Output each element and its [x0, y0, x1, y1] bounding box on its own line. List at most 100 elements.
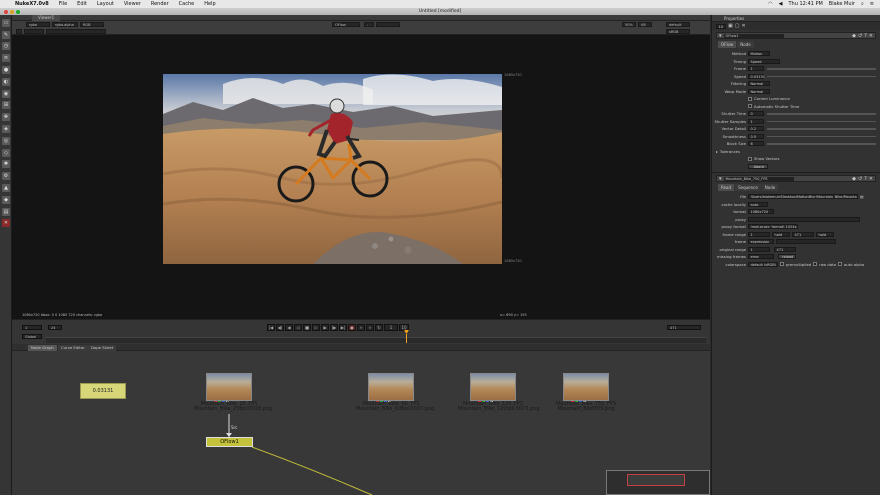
- toolsets-tool-icon[interactable]: ✱: [2, 160, 10, 169]
- viewer-viewport[interactable]: 1080x720 1080x720: [12, 35, 710, 311]
- menu-viewer[interactable]: Viewer: [119, 1, 146, 7]
- channels-dropdown[interactable]: rgba: [26, 22, 50, 27]
- auto-alpha-checkbox[interactable]: [837, 262, 842, 267]
- draw-tool-icon[interactable]: ✎: [2, 30, 10, 39]
- menu-cache[interactable]: Cache: [174, 1, 200, 7]
- read-node-25fps[interactable]: Mountain_Bike_25_FPS Mountain_Bike_25fps…: [194, 373, 272, 415]
- other-tool-icon[interactable]: ⚙: [2, 172, 10, 181]
- input-b-dropdown[interactable]: -: [364, 22, 374, 27]
- raw-data-checkbox[interactable]: [813, 262, 818, 267]
- ocula-tool-icon[interactable]: ◆: [2, 195, 10, 204]
- clear-panels-icon[interactable]: ✕: [741, 23, 745, 29]
- menubar-clock[interactable]: Thu 12:41 PM: [788, 1, 822, 7]
- skip-forward-icon[interactable]: »: [366, 324, 374, 331]
- tab-read[interactable]: Read: [718, 184, 735, 191]
- transform-tool-icon[interactable]: ✥: [2, 113, 10, 122]
- frame-range-start-mode[interactable]: hold: [772, 231, 790, 237]
- float-panel-icon[interactable]: ▢: [735, 23, 740, 29]
- close-window-icon[interactable]: [4, 9, 8, 14]
- close-panel-icon[interactable]: ✕: [869, 33, 875, 39]
- frame-offset-field[interactable]: [24, 29, 44, 34]
- play-forward-icon[interactable]: ▷: [312, 324, 320, 331]
- timeline-ruler[interactable]: [46, 337, 706, 343]
- close-panel-icon[interactable]: ✕: [869, 176, 875, 182]
- menu-file[interactable]: File: [54, 1, 72, 7]
- smoothness-slider[interactable]: [767, 135, 876, 137]
- tolerances-toggle-icon[interactable]: ▸: [716, 149, 718, 154]
- tolerances-label[interactable]: Tolerances: [720, 149, 740, 154]
- minimap-viewport[interactable]: [627, 474, 685, 486]
- first-frame-icon[interactable]: |◀: [267, 324, 275, 331]
- channel-tool-icon[interactable]: ≡: [2, 54, 10, 63]
- menu-app[interactable]: NukeX7.0v8: [10, 1, 54, 7]
- frame-field[interactable]: 1: [748, 66, 764, 72]
- image-tool-icon[interactable]: ▭: [2, 18, 10, 27]
- lut-dropdown[interactable]: default: [666, 22, 690, 27]
- views-tool-icon[interactable]: ◎: [2, 136, 10, 145]
- current-frame-field[interactable]: 1: [384, 324, 398, 331]
- frame-expression-field[interactable]: [776, 239, 836, 245]
- shutter-samples-field[interactable]: 1: [748, 118, 764, 124]
- node-graph-canvas[interactable]: 0.03131 Mountain_Bike_25_FPS Mountain_Bi…: [12, 351, 710, 495]
- next-keyframe-icon[interactable]: |▶: [330, 324, 338, 331]
- cache-locally-dropdown[interactable]: auto: [748, 201, 768, 207]
- shutter-time-field[interactable]: 0: [748, 111, 764, 117]
- gain-dropdown[interactable]: f/8: [638, 22, 652, 27]
- vector-detail-field[interactable]: 0.2: [748, 126, 764, 132]
- lock-icon[interactable]: ▣: [728, 23, 733, 29]
- menu-help[interactable]: Help: [199, 1, 220, 7]
- frame-range-end-field[interactable]: 471: [792, 231, 814, 237]
- menu-edit[interactable]: Edit: [72, 1, 92, 7]
- frame-range-end-mode[interactable]: hold: [816, 231, 834, 237]
- revert-icon[interactable]: ↺: [858, 176, 862, 182]
- loop-icon[interactable]: ↻: [375, 324, 383, 331]
- stop-icon[interactable]: ■: [303, 324, 311, 331]
- collapse-icon[interactable]: ▾: [719, 176, 722, 182]
- node-color-icon[interactable]: ◆: [852, 33, 856, 39]
- tab-sequence[interactable]: Sequence: [735, 184, 761, 191]
- frame-mode-dropdown[interactable]: expression: [748, 239, 774, 245]
- read-node-120fps[interactable]: Mountain_Bike_120_FPS Mountain_Bike_120f…: [458, 373, 539, 415]
- node-color-icon[interactable]: ◆: [852, 176, 856, 182]
- zoom-window-icon[interactable]: [16, 9, 20, 14]
- help-icon[interactable]: ?: [864, 33, 867, 39]
- help-icon[interactable]: ?: [864, 176, 867, 182]
- correct-luminance-checkbox[interactable]: [748, 96, 752, 101]
- furnace-tool-icon[interactable]: ▲: [2, 183, 10, 192]
- file-path-field[interactable]: /Users/blakemuir/Desktop/MotionBlur/Moun…: [748, 194, 858, 200]
- proxy-field[interactable]: [748, 216, 860, 222]
- block-size-field[interactable]: 6: [748, 141, 764, 147]
- auto-shutter-checkbox[interactable]: [748, 104, 752, 109]
- frame-slider[interactable]: [767, 68, 876, 70]
- minimize-window-icon[interactable]: [10, 9, 14, 14]
- tab-node[interactable]: Node: [737, 41, 754, 48]
- vector-detail-slider[interactable]: [767, 128, 876, 130]
- original-range-start-field[interactable]: 1: [748, 246, 770, 252]
- max-panels-field[interactable]: 10: [716, 23, 726, 29]
- filtering-dropdown[interactable]: Normal: [748, 81, 770, 87]
- speed-field[interactable]: 0.03131: [748, 73, 765, 79]
- warp-mode-dropdown[interactable]: Normal: [748, 88, 770, 94]
- read-node-60fps[interactable]: Mountain_Bike_60_FPS Mountain_Bike_60fps…: [356, 373, 434, 415]
- shutter-time-slider[interactable]: [767, 113, 876, 115]
- input-b-node-dropdown[interactable]: [376, 22, 400, 27]
- metadata-tool-icon[interactable]: ◇: [2, 148, 10, 157]
- menu-render[interactable]: Render: [146, 1, 174, 7]
- fps-field[interactable]: 24: [48, 325, 62, 330]
- speed-value-sticky[interactable]: 0.03131: [80, 383, 126, 399]
- proxy-format-dropdown[interactable]: (root.proxy_format) 1024x778: [748, 224, 798, 230]
- 3d-tool-icon[interactable]: ◈: [2, 124, 10, 133]
- oflow-node[interactable]: OFlow1: [206, 437, 253, 447]
- nodegraph-minimap[interactable]: [606, 470, 710, 495]
- prev-keyframe-icon[interactable]: ◀|: [276, 324, 284, 331]
- input-process-toggle[interactable]: [16, 29, 22, 34]
- smoothness-field[interactable]: 0.5: [748, 133, 764, 139]
- keyer-tool-icon[interactable]: ◉: [2, 89, 10, 98]
- play-backward-icon[interactable]: ◁: [294, 324, 302, 331]
- gain-slider[interactable]: [46, 29, 106, 34]
- input-a-dropdown[interactable]: OFlow: [332, 22, 360, 27]
- nukex-tool-icon[interactable]: ✕: [2, 219, 10, 228]
- read-node-750fps[interactable]: Mountain_Bike_750_FPS Mountain_Bike309.p…: [556, 373, 616, 415]
- color-tool-icon[interactable]: ●: [2, 65, 10, 74]
- timing-dropdown[interactable]: Speed: [748, 58, 780, 64]
